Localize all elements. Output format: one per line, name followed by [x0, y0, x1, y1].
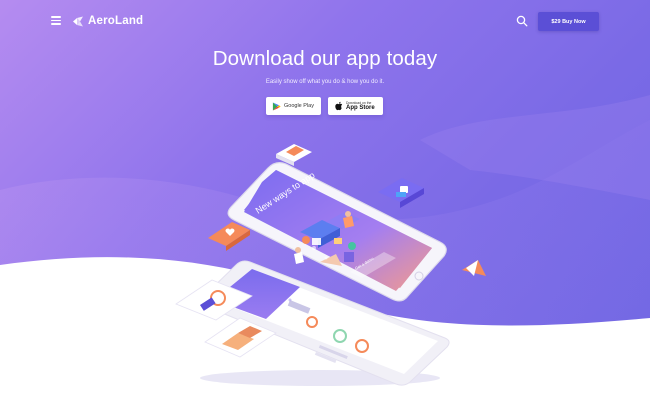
floating-paper-plane — [462, 260, 486, 276]
floating-card-like — [378, 178, 424, 208]
floating-card-heart — [208, 222, 250, 251]
app-illustration: New ways to app Get a demo — [175, 144, 486, 386]
hero-section: AeroLand $29 Buy Now Download our app to… — [0, 0, 650, 412]
